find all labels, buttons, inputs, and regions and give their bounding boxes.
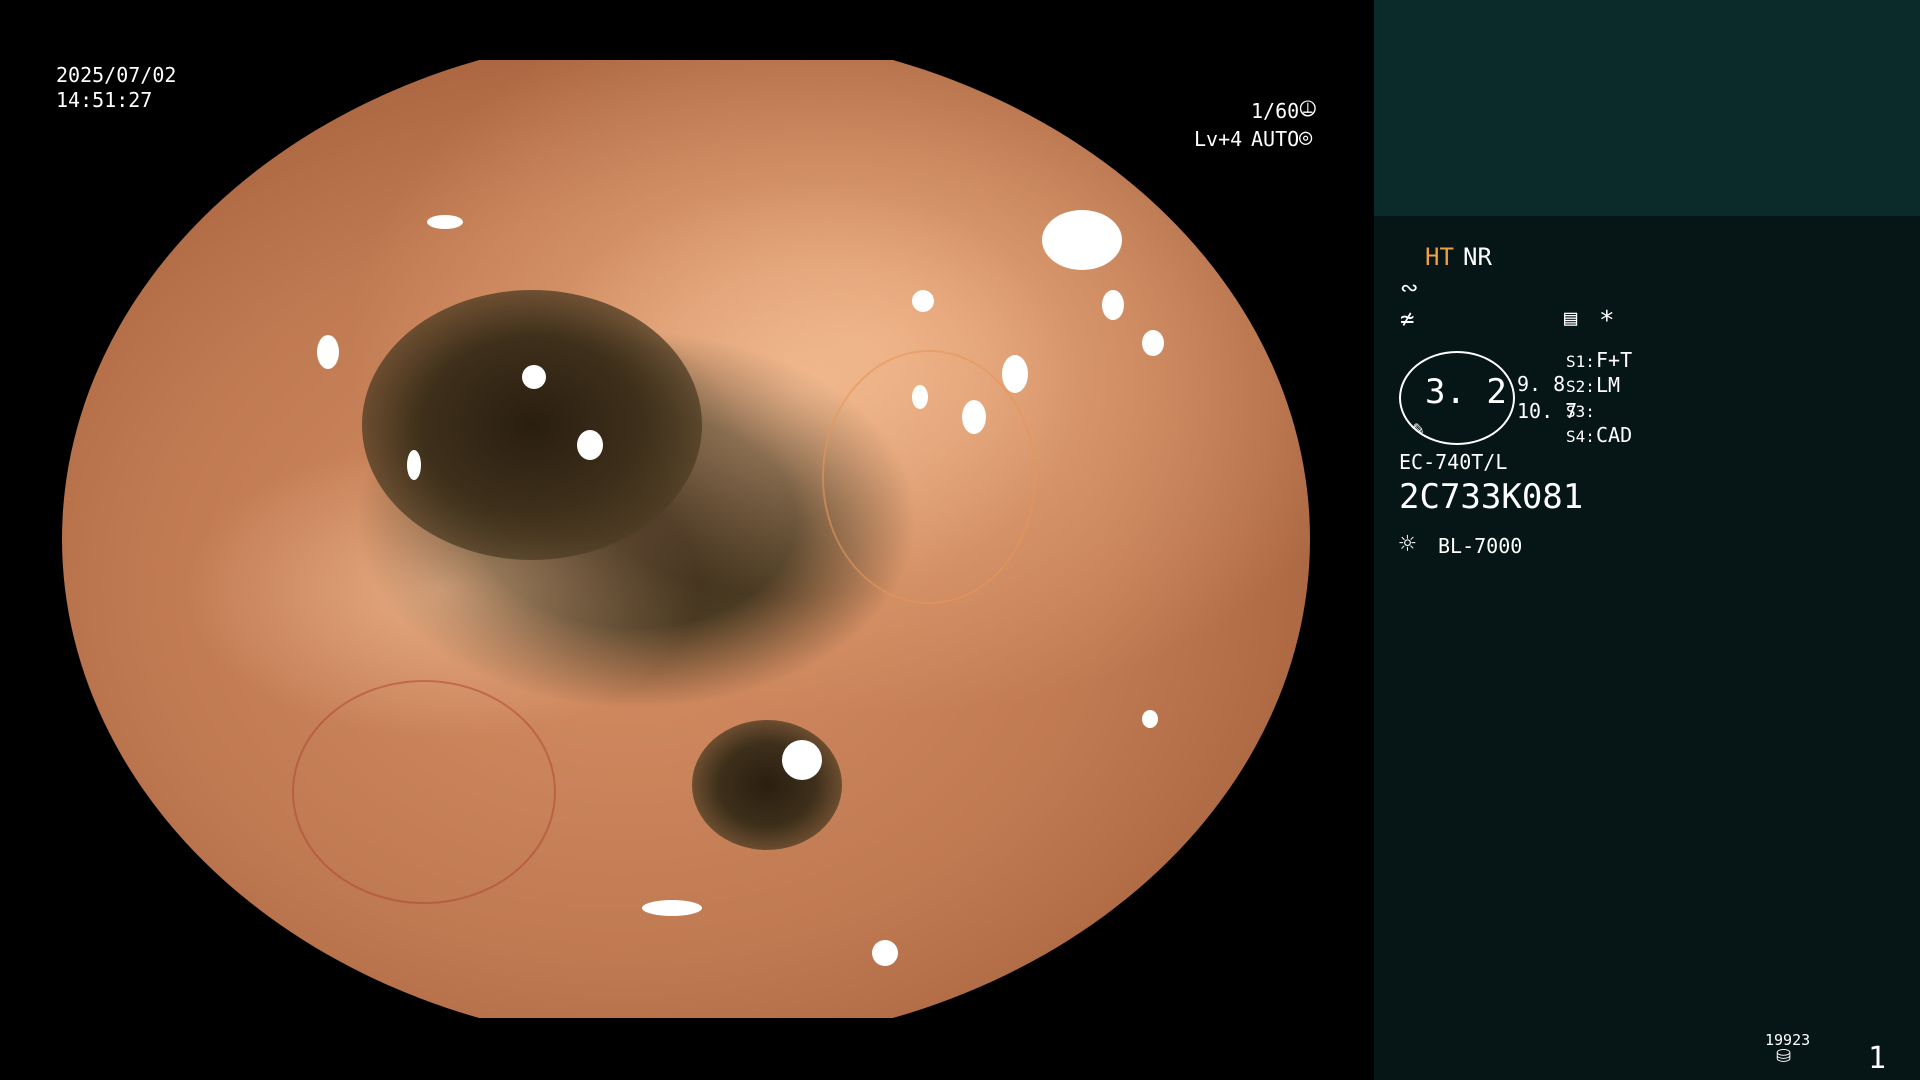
light-reflection [782, 740, 822, 780]
light-reflection [872, 940, 898, 966]
ht-indicator: HT [1425, 243, 1454, 271]
s2-value: LM [1596, 373, 1621, 397]
aperture-icon: ⦹ [1299, 97, 1317, 122]
light-reflection [1102, 290, 1124, 320]
image-number: 1 [1868, 1041, 1887, 1076]
enhance-curve-icon: ∾ [1400, 276, 1419, 301]
light-reflection [912, 385, 928, 409]
light-reflection [642, 900, 702, 916]
sun-icon: ☼ [1399, 527, 1416, 560]
pencil-icon: ✎ [1413, 418, 1424, 439]
light-reflection [427, 215, 463, 229]
s3-key: S3: [1566, 402, 1595, 421]
list-icon: ▤ [1564, 306, 1578, 331]
asterisk-icon: * [1599, 306, 1615, 336]
disk-stack-icon: ⛁ [1776, 1046, 1792, 1067]
light-reflection [912, 290, 934, 312]
light-reflection [1042, 210, 1122, 270]
s4-key: S4: [1566, 427, 1595, 446]
panel-header [1374, 0, 1920, 216]
lumen [692, 720, 842, 850]
shutter-speed: 1/60 [1251, 99, 1300, 123]
light-reflection [317, 335, 339, 369]
light-reflection [1142, 330, 1164, 356]
light-reflection [1142, 710, 1158, 728]
lumen [362, 290, 702, 560]
vessel [822, 350, 1036, 604]
value-1: 9. 8 [1517, 372, 1566, 396]
light-reflection [407, 450, 421, 480]
light-reflection [962, 400, 986, 434]
s1-value: F+T [1596, 348, 1633, 372]
light-reflection [1002, 355, 1028, 393]
vessel [292, 680, 556, 904]
date-label: 2025/07/02 [56, 63, 177, 87]
light-source: BL-7000 [1438, 534, 1523, 558]
nr-indicator: NR [1463, 243, 1492, 271]
light-reflection [522, 365, 546, 389]
s2-key: S2: [1566, 377, 1595, 396]
endoscope-view [62, 60, 1310, 1018]
color-tone-icon: ≄ [1400, 305, 1415, 333]
scope-serial: 2C733K081 [1399, 477, 1584, 517]
brightness-level: Lv+4 [1194, 127, 1243, 151]
light-reflection [577, 430, 603, 460]
info-panel [1374, 216, 1920, 1080]
iris-icon: ◎ [1299, 125, 1313, 150]
s4-value: CAD [1596, 423, 1633, 447]
scope-model: EC-740T/L [1399, 450, 1508, 474]
iris-mode: AUTO [1251, 127, 1300, 151]
time-label: 14:51:27 [56, 88, 153, 112]
s1-key: S1: [1566, 352, 1595, 371]
magnification-value: 3. 2 [1425, 372, 1507, 412]
